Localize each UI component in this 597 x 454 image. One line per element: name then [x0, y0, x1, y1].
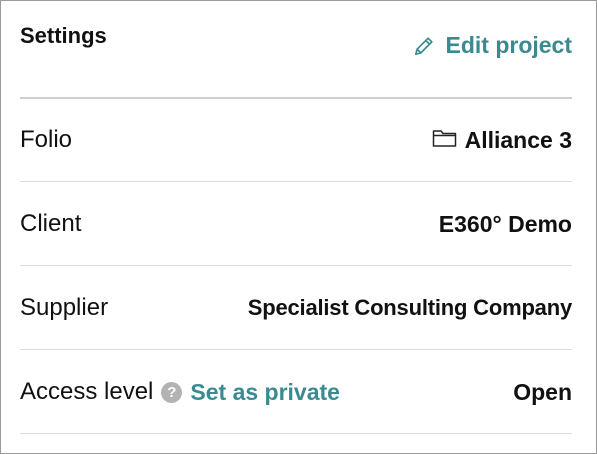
- access-level-row: Access level ? Set as private Open: [20, 351, 572, 434]
- supplier-label: Supplier: [20, 294, 109, 321]
- settings-header: Settings Edit project: [20, 1, 572, 99]
- access-level-value: Open: [513, 378, 572, 405]
- settings-panel: Settings Edit project Folio Alliance 3 C…: [0, 0, 597, 454]
- help-icon[interactable]: ?: [161, 381, 183, 403]
- edit-project-label: Edit project: [445, 32, 572, 58]
- folio-row: Folio Alliance 3: [20, 99, 572, 182]
- pencil-icon: [413, 35, 435, 57]
- edit-project-link[interactable]: Edit project: [413, 32, 572, 59]
- folder-icon: [432, 127, 457, 154]
- set-as-private-link[interactable]: Set as private: [190, 379, 340, 406]
- folio-label: Folio: [20, 126, 73, 153]
- access-level-group: Access level ? Set as private: [20, 378, 340, 406]
- client-row: Client E360° Demo: [20, 183, 572, 266]
- access-level-label: Access level: [20, 378, 154, 405]
- client-value: E360° Demo: [438, 210, 572, 237]
- settings-title: Settings: [20, 23, 107, 48]
- supplier-row: Supplier Specialist Consulting Company: [20, 267, 572, 350]
- folio-value-group: Alliance 3: [432, 127, 572, 154]
- supplier-value: Specialist Consulting Company: [247, 295, 572, 320]
- client-label: Client: [20, 210, 82, 237]
- folio-value: Alliance 3: [464, 126, 572, 153]
